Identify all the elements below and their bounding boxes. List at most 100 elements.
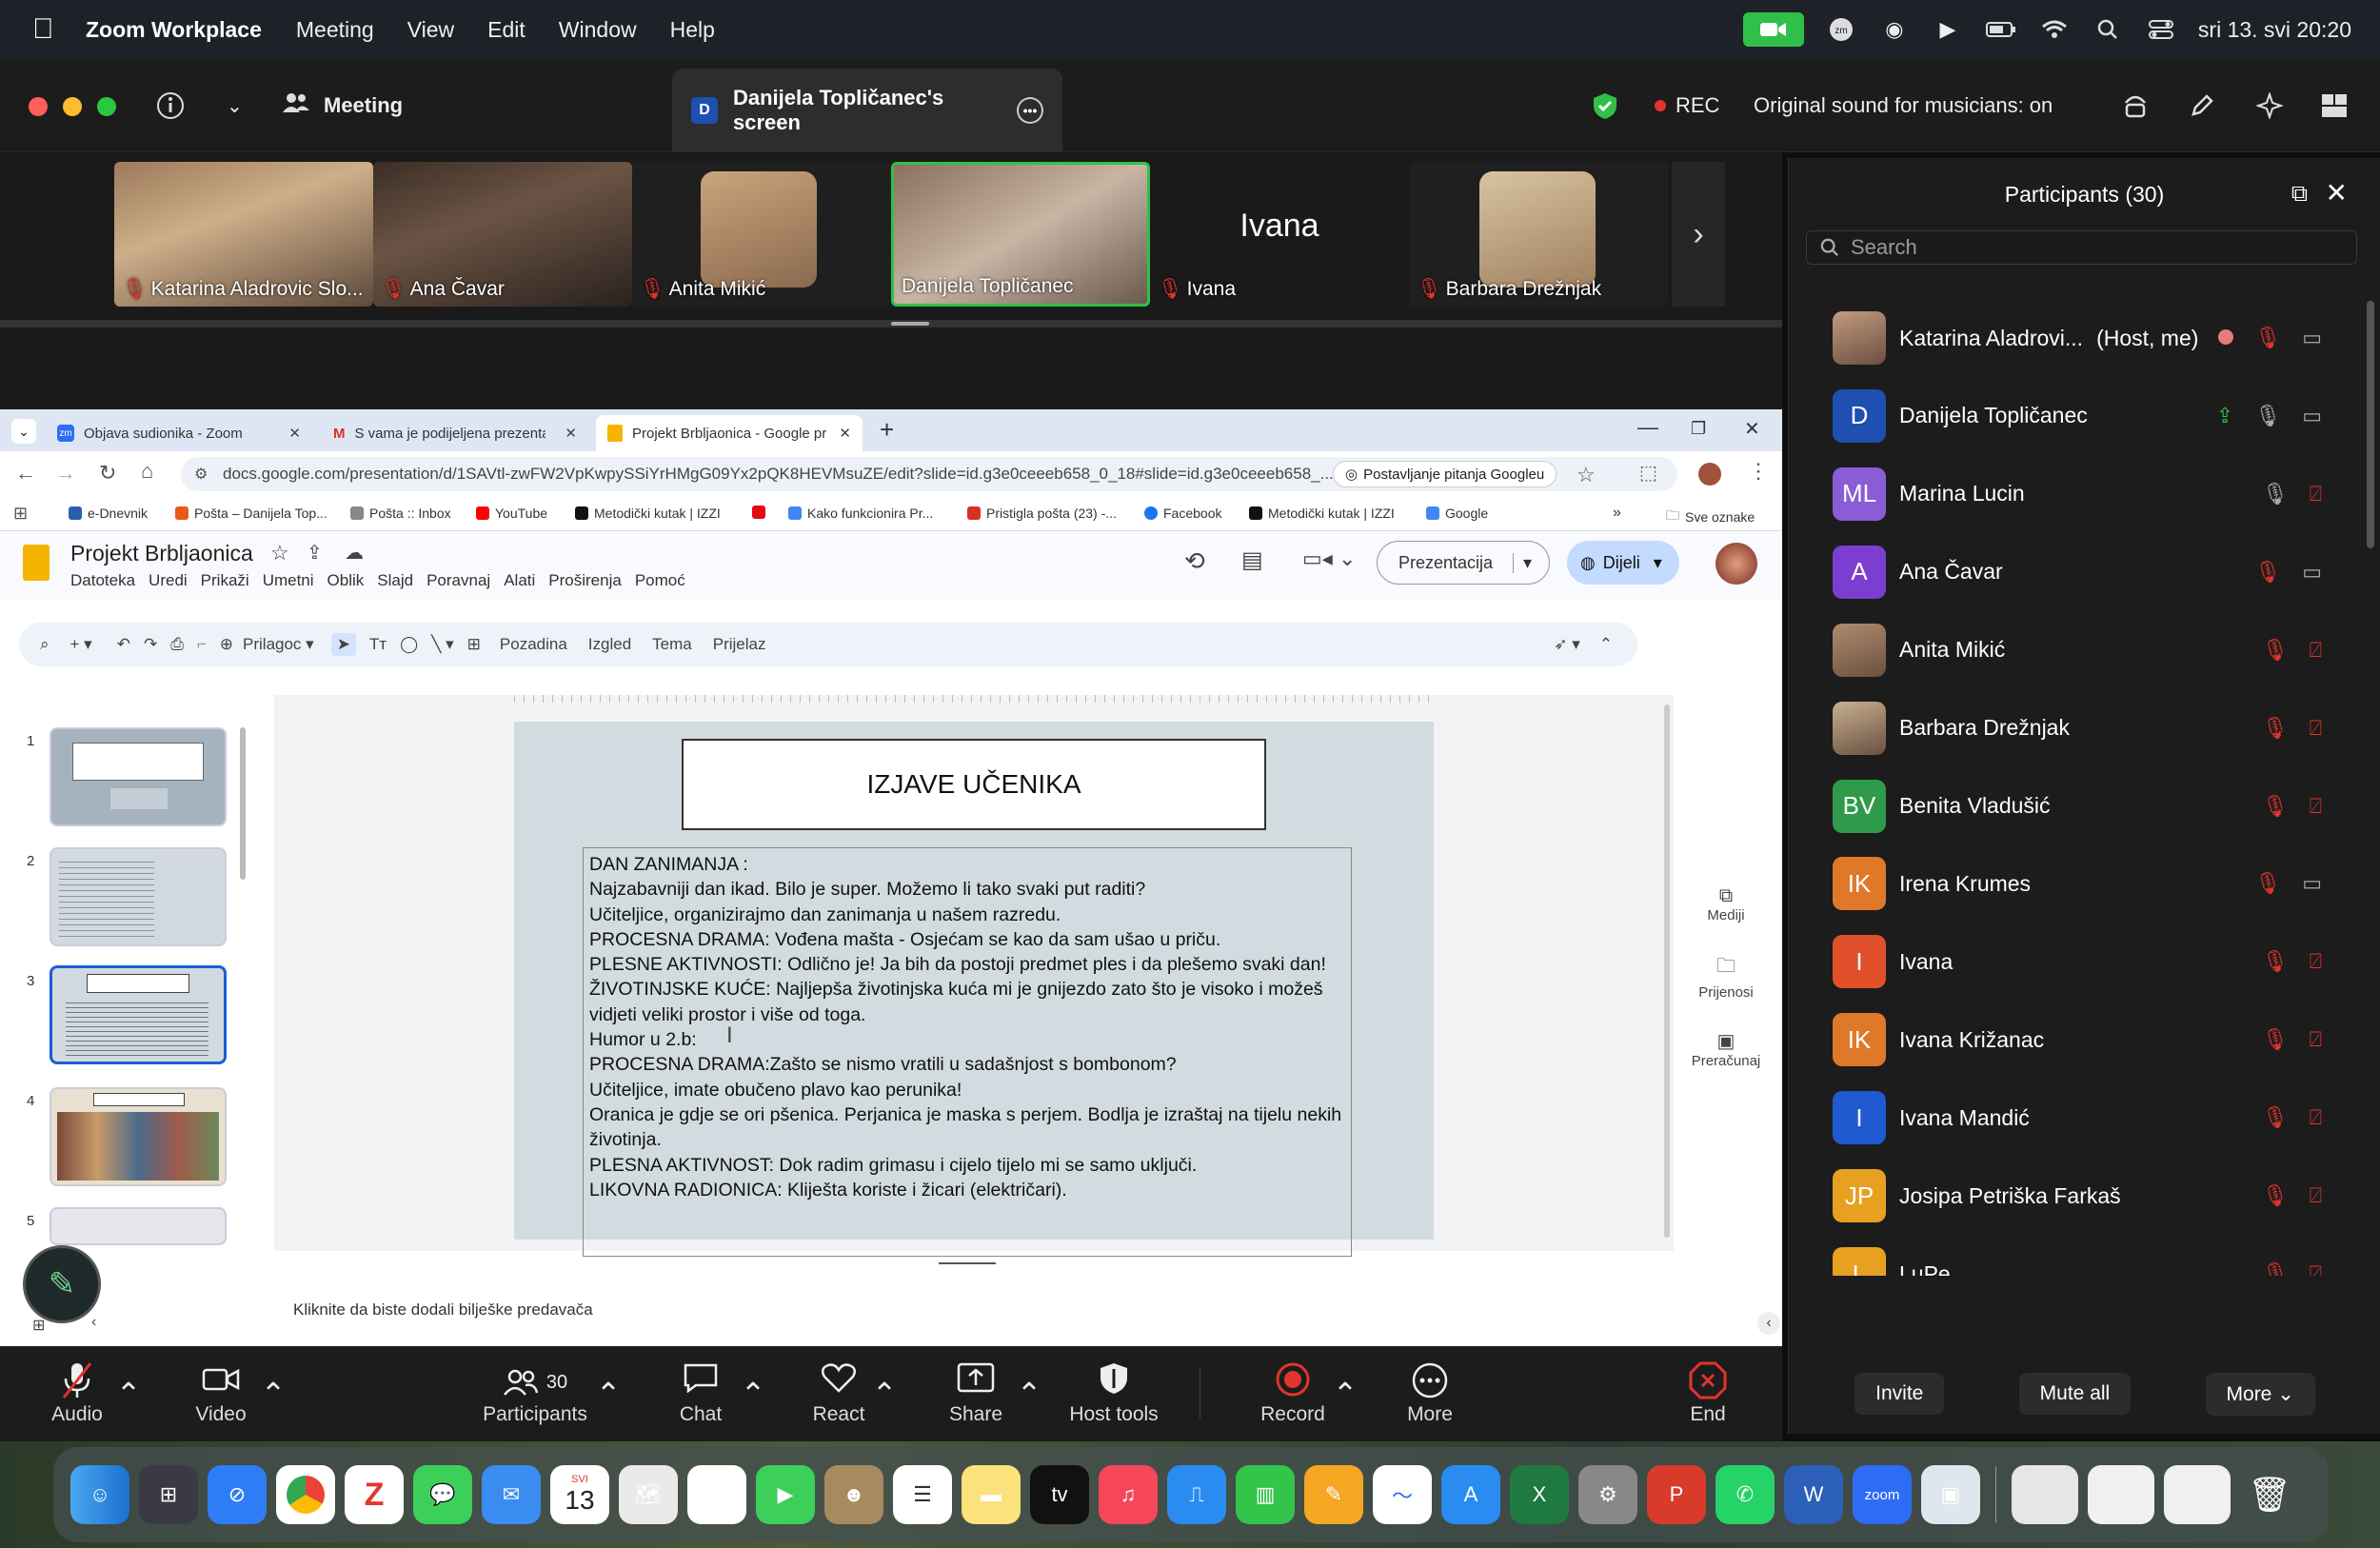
video-off-icon[interactable]: ⍁	[2310, 638, 2322, 663]
cloud-status-icon[interactable]: ☁	[345, 541, 364, 565]
video-tile[interactable]: 🎙 Ana Čavar	[373, 162, 632, 307]
participant-row[interactable]: A Ana Čavar 🎙 ▭	[1789, 533, 2360, 611]
bookmark-item[interactable]: Metodički kutak | IZZI	[575, 506, 721, 521]
chevron-down-icon[interactable]: ⌄	[227, 59, 243, 152]
profile-avatar[interactable]	[1698, 463, 1721, 486]
search-menus-icon[interactable]: ⌕	[40, 635, 50, 654]
paint-format-icon[interactable]: ⌐	[197, 635, 207, 654]
share-button[interactable]: ◍ Dijeli ▾	[1567, 541, 1679, 585]
notes-icon[interactable]: ▬	[962, 1465, 1021, 1524]
muted-mic-icon[interactable]: 🎙	[2254, 326, 2281, 350]
ai-companion-icon[interactable]	[2256, 59, 2283, 152]
pages-icon[interactable]: ✎	[1304, 1465, 1363, 1524]
annotation-pencil-button[interactable]: ✎	[23, 1245, 101, 1323]
close-icon[interactable]: ✕	[2326, 177, 2348, 208]
video-camera-icon[interactable]: ▭	[2302, 326, 2322, 350]
record-options-chevron[interactable]: ⌃	[1331, 1346, 1359, 1441]
doc-title[interactable]: Projekt Brbljaonica	[70, 541, 253, 566]
tab-close-icon[interactable]: ✕	[839, 425, 851, 442]
comment-add-icon[interactable]: ⊞	[467, 635, 481, 654]
participants-more-button[interactable]: More ⌄	[2205, 1372, 2315, 1416]
muted-mic-icon[interactable]: 🎙	[2262, 794, 2289, 819]
recalculate-button[interactable]: ▣ Preračunaj	[1683, 1029, 1769, 1069]
app-name-menu[interactable]: Zoom Workplace	[86, 17, 262, 43]
bookmark-item[interactable]	[752, 506, 771, 519]
recording-indicator[interactable]: REC	[1655, 59, 1719, 152]
muted-mic-icon[interactable]: 🎙	[2262, 1027, 2289, 1052]
recent-document-icon[interactable]	[2164, 1465, 2231, 1524]
contacts-icon[interactable]: ☻	[824, 1465, 883, 1524]
invite-button[interactable]: Invite	[1854, 1373, 1945, 1415]
bookmark-item[interactable]: YouTube	[476, 506, 547, 521]
home-icon[interactable]: ⌂	[141, 459, 153, 484]
mic-icon[interactable]: 🎙	[2262, 482, 2289, 506]
search-icon[interactable]	[2092, 16, 2124, 43]
video-tile[interactable]: 🎙 Anita Mikić	[632, 162, 891, 307]
media-button[interactable]: ⧉ Mediji	[1683, 885, 1769, 923]
more-button[interactable]: More	[1403, 1346, 1457, 1441]
audio-wave-icon[interactable]	[2123, 59, 2148, 152]
muted-mic-icon[interactable]: 🎙	[2254, 871, 2281, 896]
chat-button[interactable]: Chat	[672, 1346, 729, 1441]
video-off-icon[interactable]: ⍁	[2310, 1183, 2322, 1208]
participant-row[interactable]: IK Ivana Križanac 🎙 ⍁	[1789, 1001, 2360, 1079]
numbers-icon[interactable]: ▥	[1236, 1465, 1295, 1524]
canvas-scrollbar[interactable]	[1664, 705, 1670, 1238]
annotate-pencil-icon[interactable]	[2190, 59, 2214, 152]
slideshow-button[interactable]: Prezentacija ▾	[1377, 541, 1550, 585]
freeform-icon[interactable]: 〜	[1373, 1465, 1432, 1524]
browser-tab-zoom[interactable]: zm Objava sudionika - Zoom ✕	[46, 415, 312, 451]
menu-help[interactable]: Help	[670, 17, 715, 43]
launchpad-icon[interactable]: ⊞	[139, 1465, 198, 1524]
all-bookmarks-folder[interactable]: 🗀 Sve oznake	[1666, 506, 1755, 528]
meeting-tab[interactable]: Meeting	[282, 59, 403, 152]
bookmark-item[interactable]: e-Dnevnik	[69, 506, 148, 521]
menubar-clock[interactable]: sri 13. svi 20:20	[2198, 17, 2351, 43]
line-icon[interactable]: ╲ ▾	[431, 635, 454, 654]
ask-google-chip[interactable]: ◎ Postavljanje pitanja Googleu	[1333, 461, 1557, 487]
mic-icon[interactable]: 🎙	[2254, 404, 2281, 428]
muted-mic-icon[interactable]: 🎙	[2262, 1183, 2289, 1208]
slide-thumbnail[interactable]	[50, 847, 227, 946]
slide-title-box[interactable]: IZJAVE UČENIKA	[682, 739, 1266, 830]
video-tile[interactable]: 🎙 Katarina Aladrovic Slo...	[114, 162, 373, 307]
participants-search-input[interactable]: Search	[1806, 230, 2357, 265]
slide-thumbnail-selected[interactable]	[50, 965, 227, 1064]
participants-scrollbar[interactable]	[2367, 301, 2374, 548]
slide-body-textbox[interactable]: DAN ZANIMANJA : Najzabavniji dan ikad. B…	[583, 847, 1352, 1257]
menu-insert[interactable]: Umetni	[263, 571, 314, 590]
share-screen-button[interactable]: Share	[948, 1346, 1003, 1441]
menu-view[interactable]: View	[407, 17, 454, 43]
participant-row[interactable]: Barbara Drežnjak 🎙 ⍁	[1789, 689, 2360, 767]
mail-icon[interactable]: ✉	[482, 1465, 541, 1524]
menu-window[interactable]: Window	[559, 17, 637, 43]
share-options-chevron[interactable]: ⌃	[1015, 1346, 1043, 1441]
uploads-button[interactable]: 🗀 Prijenosi	[1683, 952, 1769, 1001]
video-options-chevron[interactable]: ⌃	[259, 1346, 288, 1441]
slides-logo-icon[interactable]	[23, 545, 50, 581]
app-store-icon[interactable]: A	[1441, 1465, 1500, 1524]
reminders-icon[interactable]: ☰	[893, 1465, 952, 1524]
menu-edit[interactable]: Uredi	[149, 571, 188, 590]
video-off-icon[interactable]: ⍁	[2310, 482, 2322, 506]
menu-slide[interactable]: Slajd	[377, 571, 413, 590]
messages-icon[interactable]: 💬	[413, 1465, 472, 1524]
meeting-info-icon[interactable]	[156, 59, 185, 152]
browser-tab-slides[interactable]: Projekt Brbljaonica - Google pr ✕	[596, 415, 863, 451]
undo-icon[interactable]: ↶	[117, 635, 130, 654]
video-camera-icon[interactable]: ▭	[2302, 560, 2322, 585]
tab-close-icon[interactable]: ✕	[288, 425, 301, 442]
shape-icon[interactable]: ◯	[400, 635, 418, 654]
screen-mirror-icon[interactable]: ◉	[1878, 16, 1911, 43]
participant-row[interactable]: ML Marina Lucin 🎙 ⍁	[1789, 455, 2360, 533]
audio-options-chevron[interactable]: ⌃	[114, 1346, 143, 1441]
new-tab-button[interactable]: +	[880, 415, 894, 445]
zoom-icon[interactable]: ⊕	[220, 635, 233, 654]
address-bar[interactable]: ⚙ docs.google.com/presentation/d/1SAVtl-…	[181, 457, 1677, 491]
meet-camera-icon[interactable]: ▭◂ ⌄	[1302, 546, 1356, 571]
zotero-icon[interactable]: Z	[345, 1465, 404, 1524]
new-slide-icon[interactable]: + ▾	[70, 635, 92, 654]
comments-icon[interactable]: ▤	[1241, 546, 1263, 574]
menu-extensions[interactable]: Proširenja	[548, 571, 622, 590]
current-slide[interactable]: IZJAVE UČENIKA DAN ZANIMANJA : Najzabavn…	[514, 722, 1434, 1257]
